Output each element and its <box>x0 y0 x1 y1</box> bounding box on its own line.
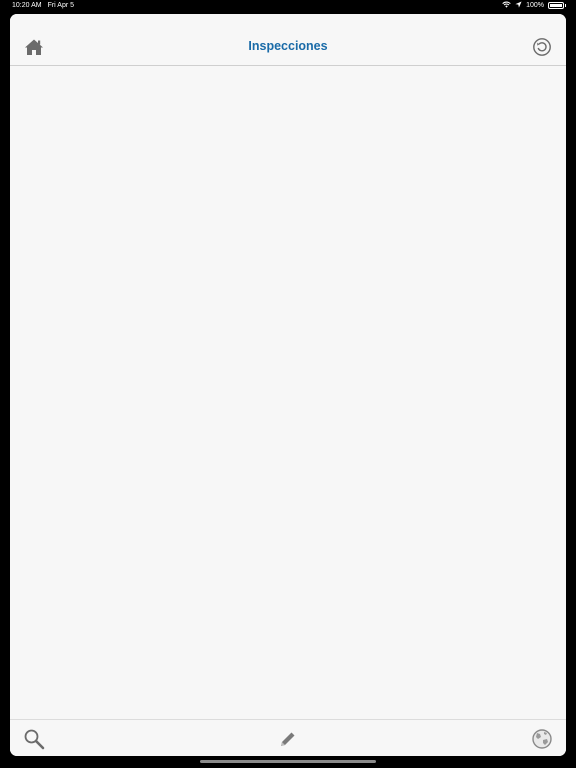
home-indicator <box>200 760 376 763</box>
content-area <box>10 66 566 718</box>
page-title: Inspecciones <box>248 39 328 53</box>
search-icon <box>24 729 45 750</box>
screen: 10:20 AM Fri Apr 5 100% Inspecciones <box>0 0 576 768</box>
navigation-bar: Inspecciones <box>10 14 566 66</box>
battery-icon <box>548 2 566 9</box>
status-date: Fri Apr 5 <box>47 2 75 9</box>
status-right: 100% <box>502 1 566 10</box>
status-left: 10:20 AM Fri Apr 5 <box>12 2 74 9</box>
battery-percent: 100% <box>526 2 544 9</box>
pencil-icon <box>281 732 295 746</box>
edit-button[interactable] <box>276 727 300 751</box>
app-window: Inspecciones <box>10 14 566 756</box>
status-bar: 10:20 AM Fri Apr 5 100% <box>0 0 576 13</box>
history-icon <box>533 38 551 56</box>
globe-button[interactable] <box>530 727 554 751</box>
wifi-icon <box>502 1 511 10</box>
search-button[interactable] <box>22 727 46 751</box>
status-time: 10:20 AM <box>12 2 42 9</box>
globe-icon <box>532 729 552 749</box>
history-button[interactable] <box>530 35 554 59</box>
location-arrow-icon <box>515 1 522 10</box>
bottom-toolbar <box>10 719 566 756</box>
